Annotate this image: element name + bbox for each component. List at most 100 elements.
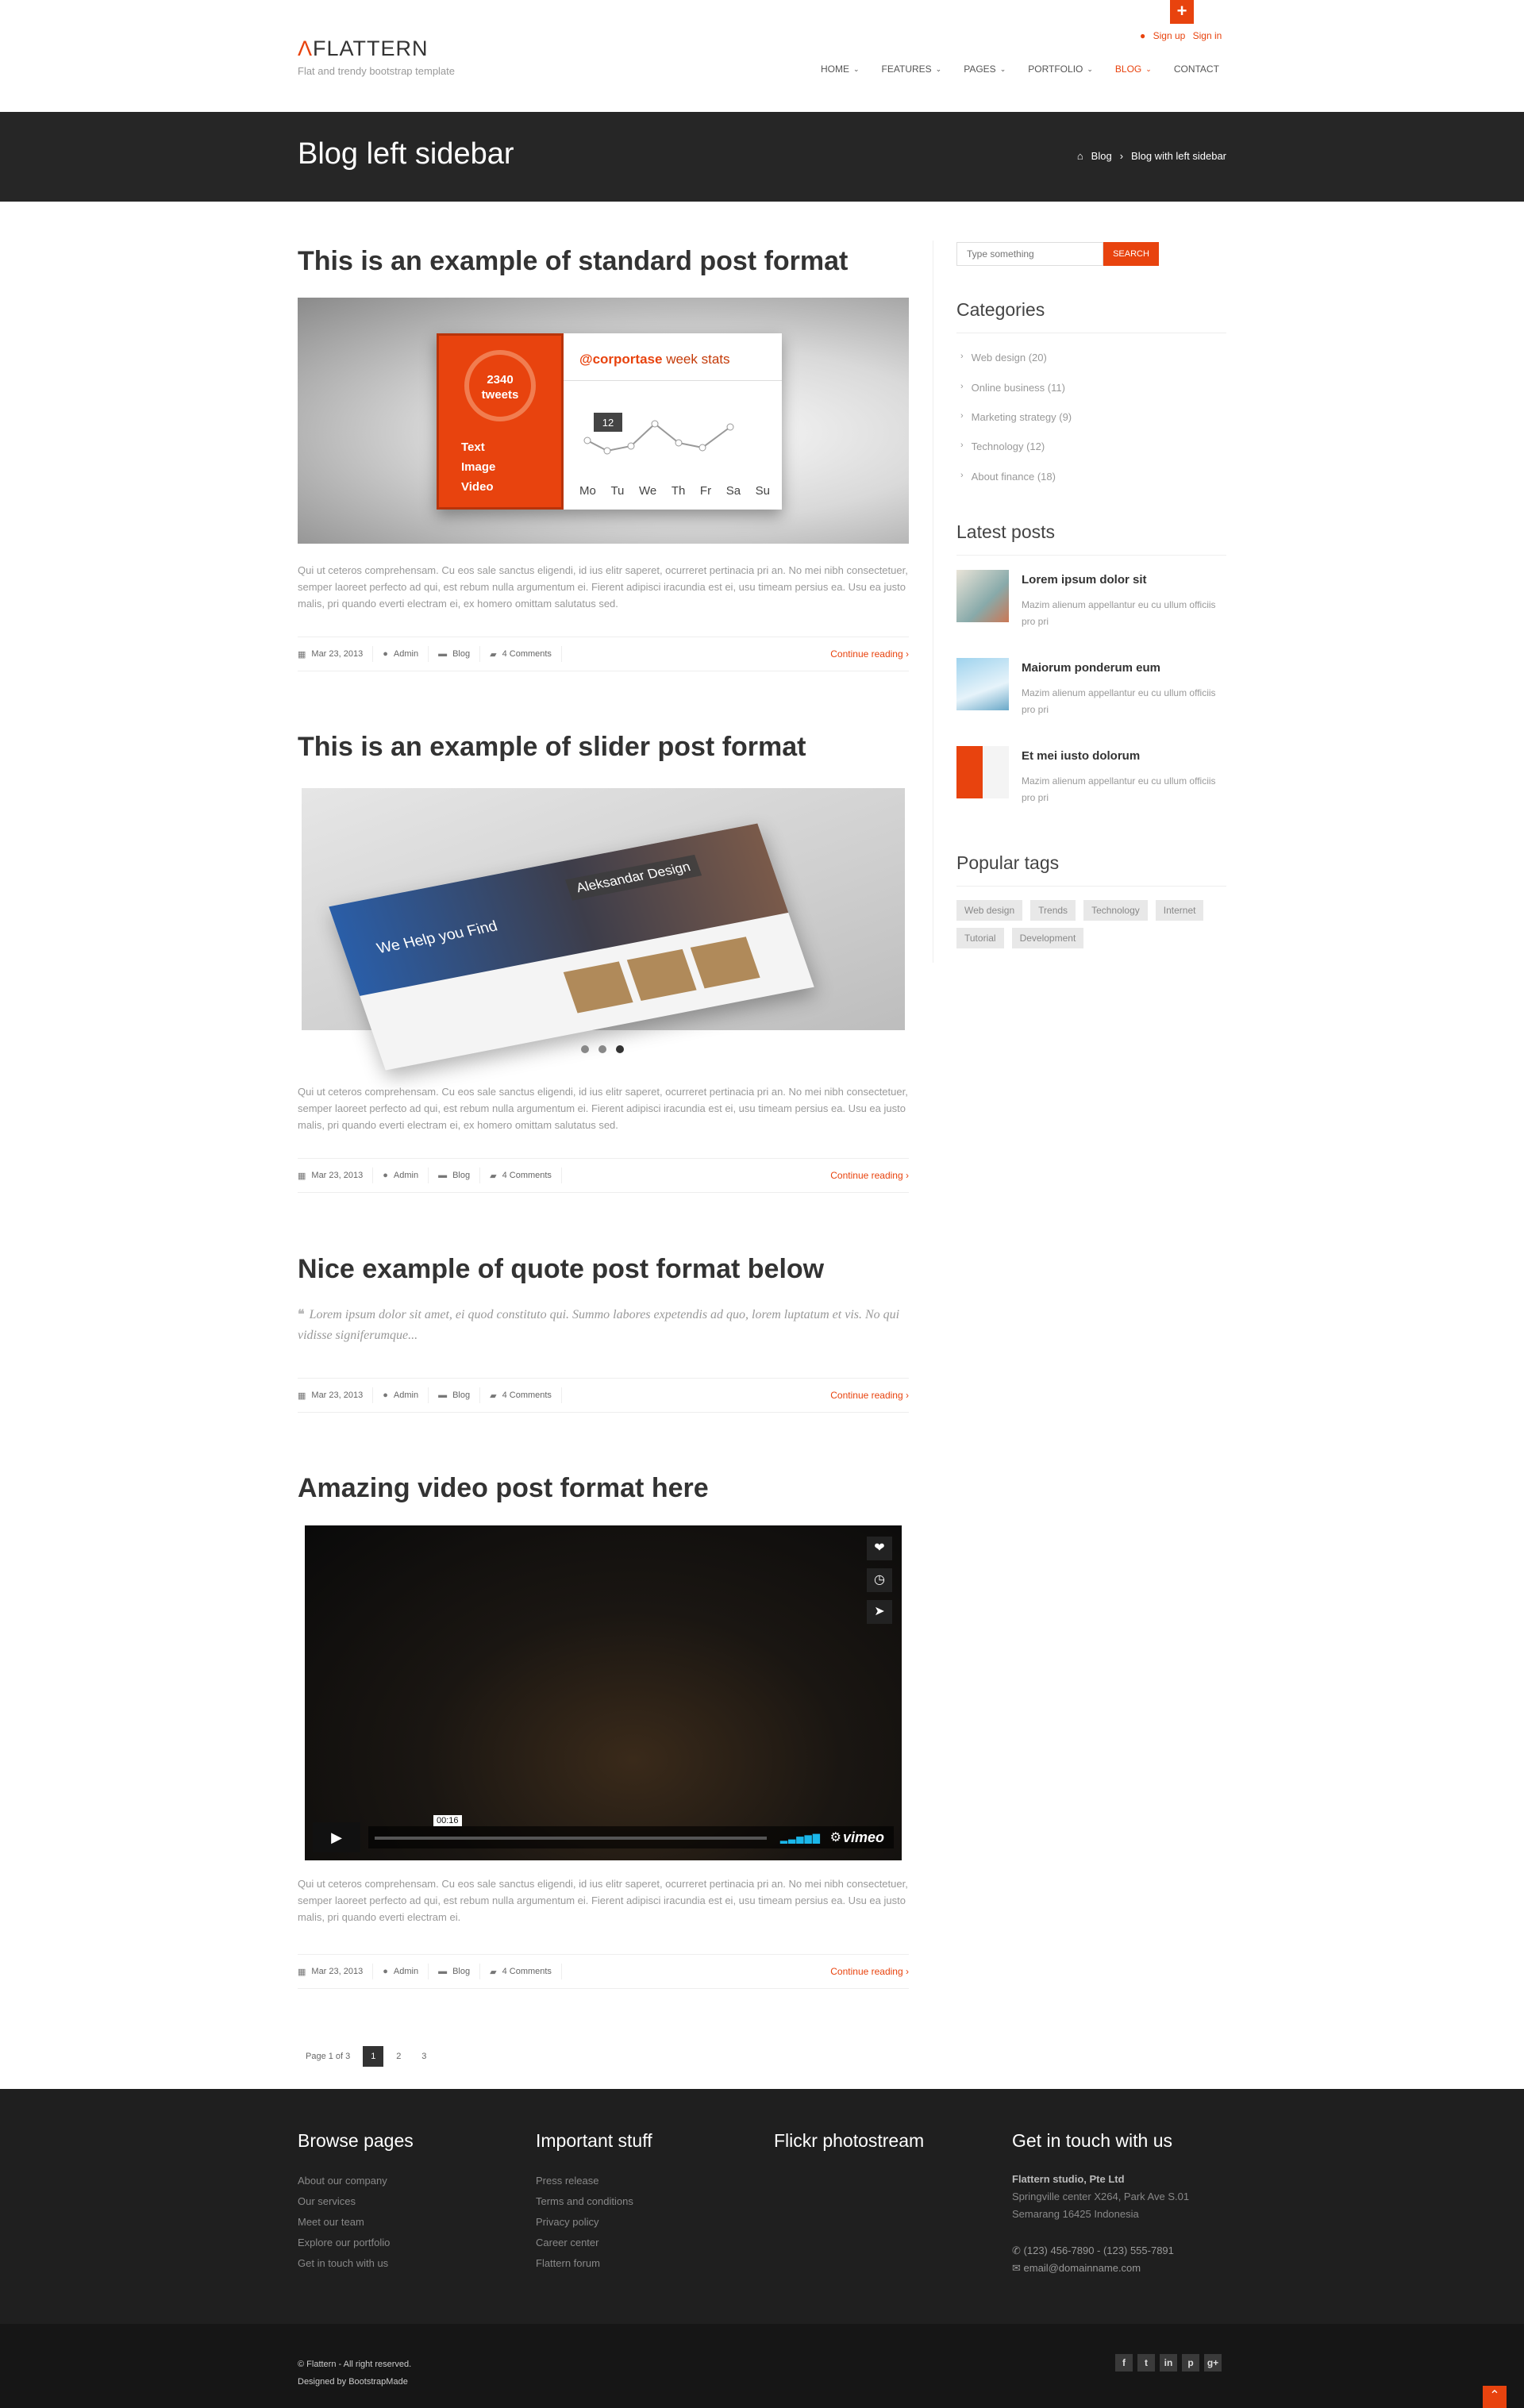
footer-link[interactable]: Get in touch with us [298,2253,504,2274]
home-icon[interactable]: ⌂ [1077,150,1083,162]
latest-post-title[interactable]: Et mei iusto dolorum [1022,749,1140,763]
search-input[interactable] [956,242,1103,266]
social-links: f t in p g+ [1115,2354,1222,2371]
post-title[interactable]: This is an example of standard post form… [298,246,848,277]
continue-reading-link[interactable]: Continue reading › [830,1966,909,1977]
nav-item-features[interactable]: FEATURES ⌄ [871,63,953,75]
latest-post-thumbnail[interactable] [956,658,1009,710]
category-item[interactable]: › Marketing strategy (9) [960,411,1072,423]
search-form: SEARCH [956,242,1159,266]
post-category[interactable]: ▬ Blog [429,1387,481,1403]
post-comments[interactable]: ▰ 4 Comments [480,646,562,662]
post-title[interactable]: Nice example of quote post format below [298,1254,824,1285]
post-author[interactable]: ● Admin [373,1964,429,1979]
post-comments[interactable]: ▰ 4 Comments [480,1167,562,1183]
email-text[interactable]: email@domainname.com [1024,2262,1141,2274]
clock-icon[interactable]: ◷ [867,1568,892,1592]
post-image-stats[interactable]: 2340 tweets Text Image Video @corportase … [298,298,909,544]
chevron-right-icon: › [1119,150,1124,162]
page-link[interactable]: 3 [414,2046,434,2067]
latest-post[interactable]: Maiorum ponderum eum Mazim alienum appel… [956,658,1226,737]
sign-in-link[interactable]: Sign in [1193,30,1222,41]
slider-dot[interactable] [598,1045,606,1053]
nav-item-blog[interactable]: BLOG ⌄ [1104,63,1163,75]
continue-reading-link[interactable]: Continue reading › [830,648,909,660]
google-plus-icon[interactable]: g+ [1204,2354,1222,2371]
more-text: Continue reading [830,648,903,660]
tag[interactable]: Web design [956,900,1023,921]
post-category[interactable]: ▬ Blog [429,646,481,662]
tag[interactable]: Tutorial [956,928,1004,948]
slider-dot[interactable] [581,1045,589,1053]
video-controls: ▶ 00:16 ▂▃▅▆▇ ⚙ vimeo [313,1815,894,1852]
tag[interactable]: Internet [1155,900,1204,921]
video-progress[interactable]: 00:16 ▂▃▅▆▇ ⚙ vimeo [368,1815,894,1848]
latest-post[interactable]: Et mei iusto dolorum Mazim alienum appel… [956,746,1226,825]
post-author[interactable]: ● Admin [373,1167,429,1183]
category-item[interactable]: › About finance (18) [960,471,1056,483]
post-comments[interactable]: ▰ 4 Comments [480,1964,562,1979]
play-button[interactable]: ▶ [313,1822,360,1852]
footer-link[interactable]: Career center [536,2233,742,2253]
footer-link[interactable]: Press release [536,2171,742,2191]
date-text: Mar 23, 2013 [311,649,364,659]
footer-link[interactable]: Meet our team [298,2212,504,2233]
continue-reading-link[interactable]: Continue reading › [830,1170,909,1181]
folder-icon: ▬ [438,1171,448,1180]
continue-reading-link[interactable]: Continue reading › [830,1390,909,1401]
post-author[interactable]: ● Admin [373,646,429,662]
post-category[interactable]: ▬ Blog [429,1167,481,1183]
site-logo[interactable]: ΛFLATTERN [298,37,429,61]
footer-link[interactable]: Privacy policy [536,2212,742,2233]
send-icon[interactable]: ➤ [867,1600,892,1624]
category-item[interactable]: › Technology (12) [960,440,1045,452]
category-item[interactable]: › Web design (20) [960,352,1047,364]
post-comments[interactable]: ▰ 4 Comments [480,1387,562,1403]
post-slider-image[interactable]: We Help you Find Aleksandar Design [302,788,905,1071]
category-item[interactable]: › Online business (11) [960,382,1065,394]
footer-link[interactable]: About our company [298,2171,504,2191]
latest-post-title[interactable]: Lorem ipsum dolor sit [1022,573,1147,587]
tag[interactable]: Trends [1030,900,1076,921]
gear-icon[interactable]: ⚙ [830,1829,841,1845]
nav-item-contact[interactable]: CONTACT [1163,63,1230,75]
sign-up-link[interactable]: Sign up [1153,30,1186,41]
slider-dots [581,1045,624,1053]
video-player[interactable]: ❤ ◷ ➤ ▶ 00:16 ▂▃▅▆▇ ⚙ vimeo [305,1525,902,1860]
post-category[interactable]: ▬ Blog [429,1964,481,1979]
pinterest-icon[interactable]: p [1182,2354,1199,2371]
twitter-icon[interactable]: t [1137,2354,1155,2371]
page-link[interactable]: 2 [388,2046,409,2067]
linkedin-icon[interactable]: in [1160,2354,1177,2371]
stats-tooltip: 12 [602,417,614,429]
latest-post-thumbnail[interactable] [956,746,1009,798]
post-author[interactable]: ● Admin [373,1387,429,1403]
facebook-icon[interactable]: f [1115,2354,1133,2371]
latest-post[interactable]: Lorem ipsum dolor sit Mazim alienum appe… [956,570,1226,649]
nav-item-portfolio[interactable]: PORTFOLIO ⌄ [1017,63,1104,75]
footer-link[interactable]: Terms and conditions [536,2191,742,2212]
email-row[interactable]: ✉ email@domainname.com [1012,2260,1234,2277]
vimeo-logo[interactable]: vimeo [843,1829,884,1846]
page-link-current[interactable]: 1 [363,2046,384,2067]
footer-link[interactable]: Our services [298,2191,504,2212]
post-title[interactable]: This is an example of slider post format [298,732,806,763]
latest-post-thumbnail[interactable] [956,570,1009,622]
latest-post-title[interactable]: Maiorum ponderum eum [1022,661,1160,675]
search-button[interactable]: SEARCH [1103,242,1159,266]
post-title[interactable]: Amazing video post format here [298,1473,709,1504]
slider-dot-active[interactable] [616,1045,624,1053]
footer-link[interactable]: Flattern forum [536,2253,742,2274]
plus-icon[interactable]: + [1170,0,1194,24]
nav-item-home[interactable]: HOME ⌄ [810,63,871,75]
heart-icon[interactable]: ❤ [867,1537,892,1560]
volume-icon[interactable]: ▂▃▅▆▇ [780,1833,821,1844]
nav-item-pages[interactable]: PAGES ⌄ [952,63,1017,75]
tag[interactable]: Development [1011,928,1084,948]
progress-track[interactable] [375,1837,767,1840]
designed-by-text[interactable]: Designed by BootstrapMade [298,2373,411,2391]
footer-link[interactable]: Explore our portfolio [298,2233,504,2253]
back-to-top-icon[interactable]: ⌃ [1483,2386,1507,2408]
tag[interactable]: Technology [1083,900,1148,921]
breadcrumb-item-blog[interactable]: Blog [1091,150,1112,162]
